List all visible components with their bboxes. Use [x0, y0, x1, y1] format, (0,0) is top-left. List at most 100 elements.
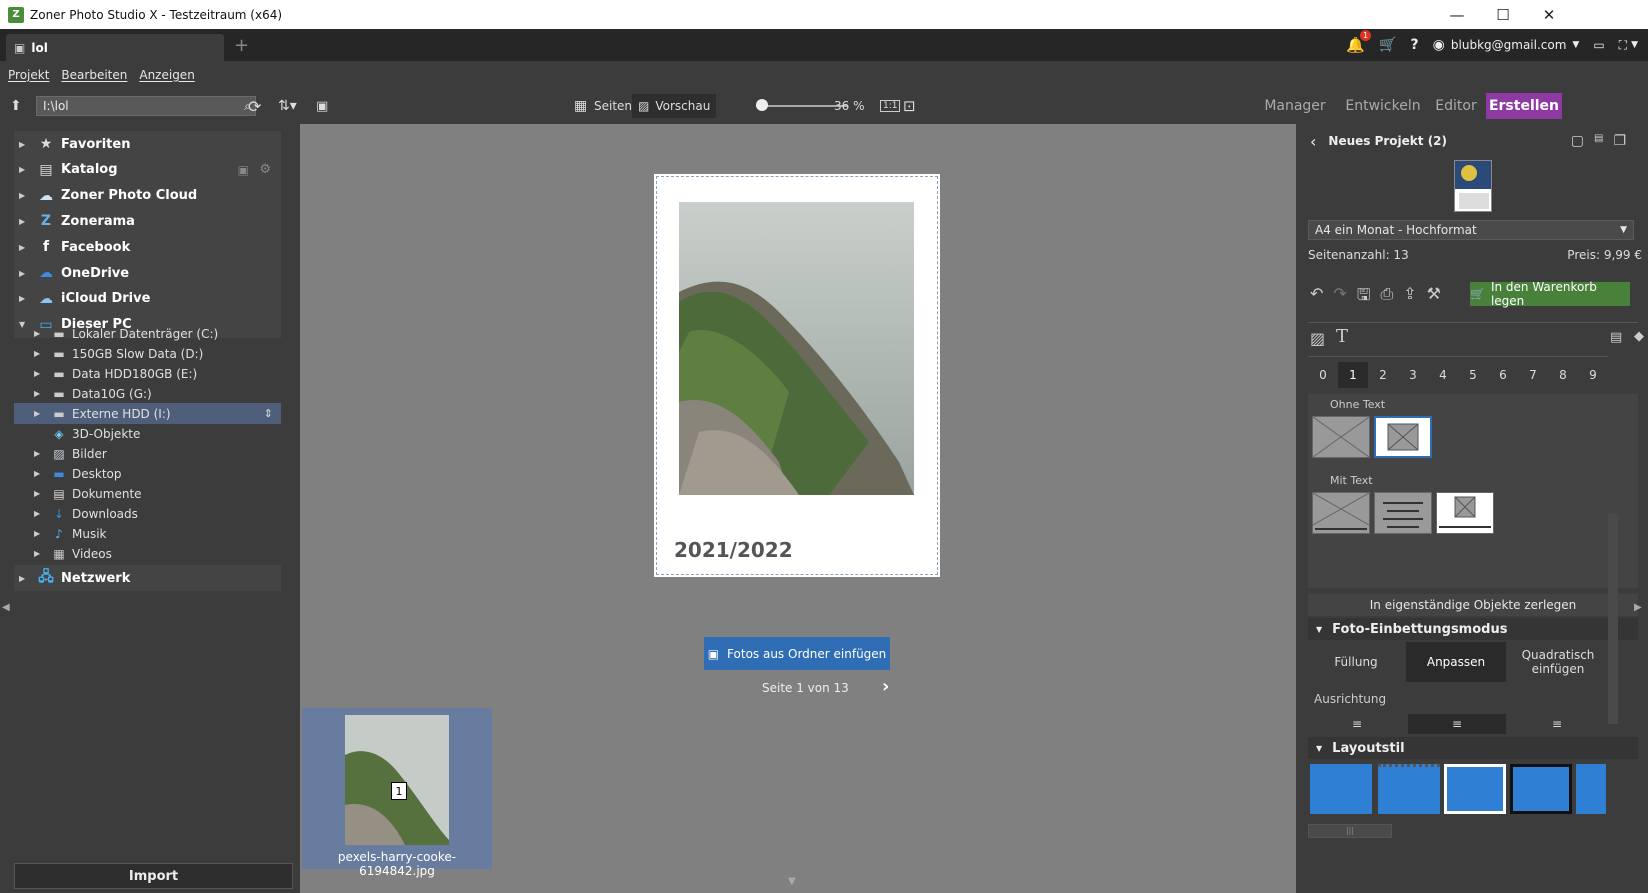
- sort-icon[interactable]: ⇅▾: [278, 88, 297, 124]
- align-center-button[interactable]: ≡: [1408, 714, 1506, 734]
- nav-subitem[interactable]: ▶ ▤ Dokumente: [14, 483, 281, 504]
- expand-arrow-icon[interactable]: ▶: [34, 369, 44, 378]
- user-email[interactable]: blubkg@gmail.com: [1451, 38, 1567, 52]
- back-arrow-icon[interactable]: ‹: [1310, 132, 1316, 151]
- menu-bearbeiten[interactable]: Bearbeiten: [61, 68, 127, 82]
- align-right-button[interactable]: ≡: [1508, 714, 1606, 734]
- print-icon[interactable]: ⎙: [1380, 284, 1393, 311]
- photo-count-option[interactable]: 0: [1308, 362, 1338, 388]
- copy-pages-icon[interactable]: ❐: [1613, 133, 1626, 149]
- help-button[interactable]: ?: [1411, 37, 1419, 53]
- layout-without-text-1[interactable]: [1312, 416, 1370, 458]
- layout-style-2[interactable]: [1378, 764, 1440, 814]
- grid-icon[interactable]: ▦: [574, 88, 587, 124]
- layout-list-icon[interactable]: ▤: [1610, 330, 1622, 345]
- view-pages-button[interactable]: Seiten: [594, 88, 632, 124]
- chevron-down-icon[interactable]: ▼: [1631, 40, 1638, 50]
- undo-icon[interactable]: ↶: [1310, 284, 1323, 311]
- tab-lol[interactable]: ▣ lol: [6, 34, 224, 61]
- template-dropdown[interactable]: A4 ein Monat - Hochformat ▼: [1308, 220, 1634, 240]
- expand-arrow-icon[interactable]: ▶: [34, 349, 44, 358]
- view-preview-button[interactable]: ▨ Vorschau: [632, 94, 717, 118]
- embed-mode-fill[interactable]: Füllung: [1308, 642, 1404, 682]
- photo-count-option[interactable]: 7: [1518, 362, 1548, 388]
- nav-item-onedrive[interactable]: ▶ ☁ OneDrive: [14, 260, 281, 286]
- photo-count-option[interactable]: 6: [1488, 362, 1518, 388]
- save-icon[interactable]: 🖫: [1357, 284, 1371, 311]
- nav-subitem[interactable]: ▶ ▦ Videos: [14, 543, 281, 564]
- fit-screen-icon[interactable]: ⊡: [903, 88, 916, 124]
- add-folder-icon[interactable]: ▣: [238, 163, 249, 177]
- layout-with-text-3[interactable]: [1436, 492, 1494, 534]
- expand-arrow-icon[interactable]: ▶: [19, 140, 33, 149]
- notification-bell-icon[interactable]: 🔔 1: [1346, 30, 1372, 54]
- photo-count-option[interactable]: 2: [1368, 362, 1398, 388]
- expand-arrow-icon[interactable]: ▶: [19, 294, 33, 303]
- layout-with-text-2[interactable]: [1374, 492, 1432, 534]
- expand-arrow-icon[interactable]: ▶: [34, 389, 44, 398]
- collapse-left-icon[interactable]: ◀: [2, 602, 10, 613]
- image-frame-icon[interactable]: ▨: [1310, 329, 1325, 348]
- page-caption[interactable]: 2021/2022: [674, 538, 793, 562]
- layout-style-5[interactable]: [1576, 764, 1606, 814]
- nav-subitem[interactable]: ▶ ▨ Bilder: [14, 443, 281, 464]
- layout-style-section[interactable]: ▼ Layoutstil: [1308, 737, 1638, 759]
- new-tab-button[interactable]: +: [234, 35, 249, 56]
- collapse-right-icon[interactable]: ▶: [1634, 602, 1642, 613]
- folder-up-icon[interactable]: ⬆: [10, 88, 22, 124]
- nav-subitem[interactable]: ◈ 3D-Objekte: [14, 423, 281, 444]
- mode-manager[interactable]: Manager: [1260, 93, 1330, 119]
- nav-subitem[interactable]: ▶ ▬ Data10G (G:): [14, 383, 281, 404]
- nav-subitem[interactable]: ▶ ↓ Downloads: [14, 503, 281, 524]
- expand-arrow-icon[interactable]: ▶: [34, 449, 44, 458]
- expand-arrow-icon[interactable]: ▶: [19, 269, 33, 278]
- add-to-cart-button[interactable]: 🛒 In den Warenkorb legen: [1470, 280, 1630, 308]
- expand-arrow-icon[interactable]: ▶: [19, 574, 33, 583]
- tools-icon[interactable]: ⚒: [1427, 284, 1441, 311]
- new-folder-icon[interactable]: ▣: [316, 88, 328, 124]
- mode-editor[interactable]: Editor: [1430, 93, 1482, 119]
- embed-mode-square[interactable]: Quadratisch einfügen: [1508, 642, 1608, 682]
- menu-anzeigen[interactable]: Anzeigen: [139, 68, 194, 82]
- nav-item-katalog[interactable]: ▶ ▤ Katalog ▣ ⚙: [14, 156, 281, 183]
- nav-subitem[interactable]: ▶ ▬ Data HDD180GB (E:): [14, 363, 281, 384]
- refresh-icon[interactable]: ⟳: [248, 88, 261, 124]
- layout-style-4[interactable]: [1510, 764, 1572, 814]
- page-photo[interactable]: [679, 202, 914, 495]
- new-page-icon[interactable]: ▢: [1571, 133, 1584, 149]
- layout-style-1[interactable]: [1310, 764, 1372, 814]
- insert-photos-button[interactable]: ▣ Fotos aus Ordner einfügen: [704, 637, 890, 670]
- cart-icon[interactable]: 🛒: [1379, 37, 1396, 53]
- nav-subitem[interactable]: ▶ ▬ Externe HDD (I:) ⇕: [14, 403, 281, 424]
- zoom-slider-thumb[interactable]: [756, 99, 769, 111]
- expand-filmstrip-icon[interactable]: ▼: [788, 876, 796, 887]
- user-dropdown-icon[interactable]: ▼: [1572, 40, 1579, 50]
- align-left-button[interactable]: ≡: [1308, 714, 1406, 734]
- import-button[interactable]: Import: [14, 863, 293, 889]
- expand-arrow-icon[interactable]: ▶: [34, 549, 44, 558]
- minimize-button[interactable]: —: [1434, 0, 1480, 29]
- filmstrip-item[interactable]: 1 pexels-harry-cooke-6194842.jpg: [302, 708, 492, 878]
- calendar-thumbnail[interactable]: [1454, 160, 1492, 212]
- mode-erstellen[interactable]: Erstellen: [1486, 93, 1562, 119]
- text-tool-icon[interactable]: T: [1336, 326, 1348, 347]
- photo-count-option[interactable]: 9: [1578, 362, 1608, 388]
- menu-projekt[interactable]: Projekt: [8, 68, 49, 82]
- expand-arrow-icon[interactable]: ▶: [34, 469, 44, 478]
- vertical-scrollbar[interactable]: [1608, 514, 1618, 724]
- photo-count-option[interactable]: 8: [1548, 362, 1578, 388]
- nav-subitem[interactable]: ▶ ▬ Desktop: [14, 463, 281, 484]
- expand-arrow-icon[interactable]: ▶: [34, 409, 44, 418]
- maximize-button[interactable]: ☐: [1480, 0, 1526, 29]
- nav-item-netzwerk[interactable]: ▶ 🖧 Netzwerk: [14, 565, 281, 591]
- nav-item-zonerama[interactable]: ▶ Z Zonerama: [14, 208, 281, 235]
- gear-icon[interactable]: ⚙: [259, 162, 271, 177]
- nav-item-favoriten[interactable]: ▶ ★ Favoriten: [14, 131, 281, 157]
- next-page-icon[interactable]: ›: [882, 676, 889, 697]
- expand-arrow-icon[interactable]: ▶: [34, 329, 44, 338]
- layout-style-3[interactable]: [1444, 764, 1506, 814]
- layout-without-text-2[interactable]: [1374, 416, 1432, 458]
- expand-arrow-icon[interactable]: ▶: [34, 509, 44, 518]
- eject-icon[interactable]: ⇕: [264, 407, 273, 420]
- path-input[interactable]: I:\lol ⌕: [36, 96, 256, 116]
